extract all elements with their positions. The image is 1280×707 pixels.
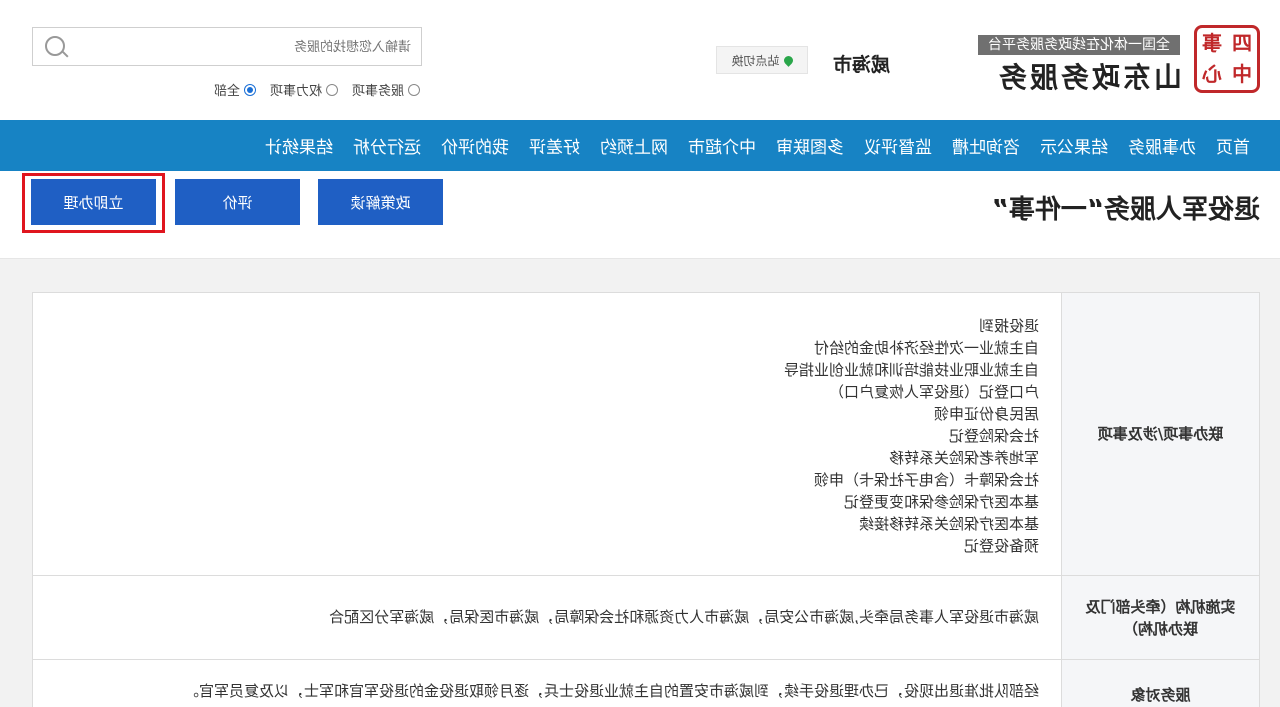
service-target: 经部队批准退出现役，已办理退役手续，到威海市安置的自主就业退役士兵，逐月领取退役… — [183, 682, 1039, 700]
seal-char: 心 — [1202, 62, 1222, 86]
page-title: 退役军人服务“一件事” — [991, 195, 1260, 225]
radio-label: 全部 — [213, 84, 240, 99]
list-item: 退役报到 — [978, 317, 1039, 335]
search-scope-radios: 服务事项 权力事项 全部 — [214, 80, 420, 99]
list-item: 社会保障卡（含电子社保卡）申领 — [813, 471, 1039, 489]
nav-item-analysis[interactable]: 运行分析 — [343, 133, 431, 158]
radio-service-items[interactable]: 服务事项 — [352, 80, 420, 99]
radio-label: 权力事项 — [269, 84, 322, 99]
site-header: 四 事 中 心 全国一体化在线政务服务平台 山东政务服务 威海市 站点切换 服务… — [0, 0, 1280, 120]
main-nav: 首页 办事服务 结果公示 咨询吐槽 监督评议 多图联审 中介超市 网上预约 好差… — [0, 120, 1280, 171]
table-row: 联办事项/涉及事项 退役报到 自主就业一次性经济补助金的给付 自主就业职业技能培… — [33, 293, 1259, 576]
row-label: 服务对象 — [1061, 660, 1259, 707]
seal-char: 中 — [1232, 62, 1252, 86]
radio-all[interactable]: 全部 — [214, 80, 256, 99]
nav-item-home[interactable]: 首页 — [1206, 133, 1260, 158]
radio-button[interactable] — [325, 83, 338, 96]
service-subbar: 退役军人服务“一件事” 政策解读 评价 立即办理 — [0, 171, 1280, 259]
implementing-agencies: 威海市退役军人事务局牵头,威海市公安局，威海市人力资源和社会保障局，威海市医保局… — [329, 608, 1039, 626]
row-label: 实施机构（牵头部门及联办机构） — [1061, 576, 1259, 659]
service-info-table: 联办事项/涉及事项 退役报到 自主就业一次性经济补助金的给付 自主就业职业技能培… — [32, 292, 1260, 707]
radio-button[interactable] — [408, 83, 420, 96]
nav-item-agency-market[interactable]: 中介超市 — [678, 133, 766, 158]
list-item: 居民身份证申领 — [933, 405, 1039, 423]
location-pin-icon — [781, 53, 795, 67]
radio-button-selected[interactable] — [243, 83, 256, 96]
involved-items-list: 退役报到 自主就业一次性经济补助金的给付 自主就业职业技能培训和就业创业指导 户… — [53, 315, 1039, 557]
seal-char: 事 — [1202, 31, 1222, 55]
list-item: 社会保险登记 — [948, 427, 1039, 445]
nav-item-results[interactable]: 结果公示 — [1030, 133, 1118, 158]
switch-site-button[interactable]: 站点切换 — [716, 46, 808, 74]
list-item: 基本医疗保险关系转移接续 — [858, 515, 1039, 533]
list-item: 自主就业职业技能培训和就业创业指导 — [783, 361, 1039, 379]
nav-item-consult[interactable]: 咨询吐槽 — [942, 133, 1030, 158]
nav-item-appointment[interactable]: 网上预约 — [590, 133, 678, 158]
radio-power-items[interactable]: 权力事项 — [270, 80, 338, 99]
nav-item-my-reviews[interactable]: 我的评价 — [431, 133, 519, 158]
search-input[interactable] — [91, 36, 411, 58]
list-item: 预备役登记 — [963, 537, 1039, 555]
list-item: 基本医疗保险参保和变更登记 — [843, 493, 1039, 511]
nav-item-statistics[interactable]: 结果统计 — [255, 133, 343, 158]
nav-item-supervise[interactable]: 监督评议 — [854, 133, 942, 158]
brand-title[interactable]: 山东政务服务 — [996, 56, 1182, 96]
seal-char: 四 — [1232, 31, 1252, 55]
nav-item-joint-review[interactable]: 多图联审 — [766, 133, 854, 158]
search-box — [32, 27, 422, 66]
nav-item-services[interactable]: 办事服务 — [1118, 133, 1206, 158]
table-row: 服务对象 经部队批准退出现役，已办理退役手续，到威海市安置的自主就业退役士兵，逐… — [33, 660, 1259, 707]
nav-item-rating[interactable]: 好差评 — [519, 133, 590, 158]
table-row: 实施机构（牵头部门及联办机构） 威海市退役军人事务局牵头,威海市公安局，威海市人… — [33, 576, 1259, 660]
list-item: 自主就业一次性经济补助金的给付 — [813, 339, 1039, 357]
list-item: 军地养老保险关系转移 — [888, 449, 1039, 467]
radio-label: 服务事项 — [351, 84, 404, 99]
row-label: 联办事项/涉及事项 — [1061, 293, 1259, 575]
apply-now-button[interactable]: 立即办理 — [31, 179, 156, 225]
current-city: 威海市 — [832, 54, 890, 76]
evaluate-button[interactable]: 评价 — [175, 179, 300, 225]
platform-tagline: 全国一体化在线政务服务平台 — [978, 35, 1180, 55]
site-logo-seal[interactable]: 四 事 中 心 — [1194, 25, 1260, 93]
switch-site-label: 站点切换 — [731, 53, 780, 68]
list-item: 户口登记（退役军人恢复户口） — [828, 383, 1039, 401]
policy-interpretation-button[interactable]: 政策解读 — [318, 179, 443, 225]
search-icon[interactable] — [45, 36, 65, 56]
